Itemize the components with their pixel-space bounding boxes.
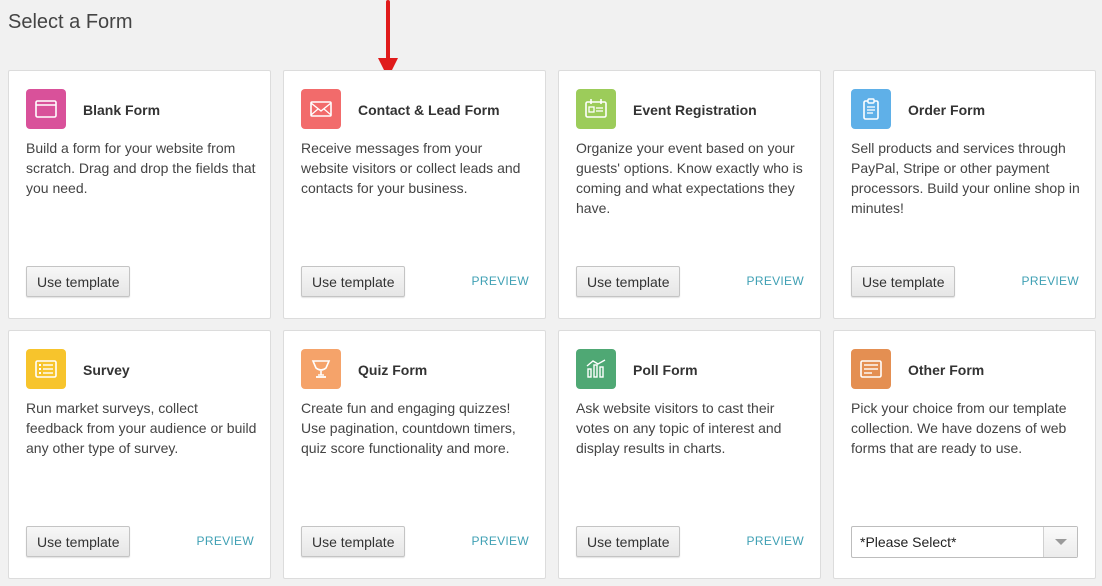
card-title: Other Form xyxy=(908,362,985,378)
use-template-button[interactable]: Use template xyxy=(301,266,406,297)
preview-link[interactable]: PREVIEW xyxy=(472,274,529,288)
use-template-button[interactable]: Use template xyxy=(851,266,956,297)
preview-link[interactable]: PREVIEW xyxy=(472,534,529,548)
preview-link[interactable]: PREVIEW xyxy=(747,534,804,548)
card-survey: Survey Run market surveys, collect feedb… xyxy=(8,330,271,579)
page-title: Select a Form xyxy=(8,11,133,33)
clipboard-icon xyxy=(851,89,891,129)
card-description: Ask website visitors to cast their votes… xyxy=(576,400,782,456)
card-order-form: Order Form Sell products and services th… xyxy=(833,70,1096,319)
card-title: Contact & Lead Form xyxy=(358,102,500,118)
list-icon xyxy=(26,349,66,389)
card-description: Sell products and services through PayPa… xyxy=(851,140,1080,216)
ticket-icon xyxy=(576,89,616,129)
chevron-down-icon[interactable] xyxy=(1043,527,1077,557)
form-template-grid: Blank Form Build a form for your website… xyxy=(8,70,1096,579)
card-title: Survey xyxy=(83,362,130,378)
card-title: Event Registration xyxy=(633,102,757,118)
card-poll-form: Poll Form Ask website visitors to cast t… xyxy=(558,330,821,579)
card-blank-form: Blank Form Build a form for your website… xyxy=(8,70,271,319)
use-template-button[interactable]: Use template xyxy=(576,526,681,557)
bar-chart-icon xyxy=(576,349,616,389)
card-description: Organize your event based on your guests… xyxy=(576,140,803,216)
card-title: Order Form xyxy=(908,102,986,118)
card-description: Receive messages from your website visit… xyxy=(301,140,521,196)
card-other-form: Other Form Pick your choice from our tem… xyxy=(833,330,1096,579)
use-template-button[interactable]: Use template xyxy=(26,266,131,297)
card-title: Blank Form xyxy=(83,102,161,118)
trophy-icon xyxy=(301,349,341,389)
card-description: Build a form for your website from scrat… xyxy=(26,140,256,196)
preview-link[interactable]: PREVIEW xyxy=(1022,274,1079,288)
card-description: Pick your choice from our template colle… xyxy=(851,400,1067,456)
browser-window-icon xyxy=(26,89,66,129)
card-title: Quiz Form xyxy=(358,362,428,378)
envelope-icon xyxy=(301,89,341,129)
card-quiz-form: Quiz Form Create fun and engaging quizze… xyxy=(283,330,546,579)
card-contact-lead-form: Contact & Lead Form Receive messages fro… xyxy=(283,70,546,319)
preview-link[interactable]: PREVIEW xyxy=(747,274,804,288)
template-select-dropdown[interactable]: *Please Select* xyxy=(851,526,1078,558)
preview-link[interactable]: PREVIEW xyxy=(197,534,254,548)
use-template-button[interactable]: Use template xyxy=(301,526,406,557)
document-icon xyxy=(851,349,891,389)
card-description: Create fun and engaging quizzes! Use pag… xyxy=(301,400,516,456)
use-template-button[interactable]: Use template xyxy=(576,266,681,297)
card-description: Run market surveys, collect feedback fro… xyxy=(26,400,257,456)
card-event-registration: Event Registration Organize your event b… xyxy=(558,70,821,319)
card-title: Poll Form xyxy=(633,362,698,378)
use-template-button[interactable]: Use template xyxy=(26,526,131,557)
select-value: *Please Select* xyxy=(860,534,957,550)
